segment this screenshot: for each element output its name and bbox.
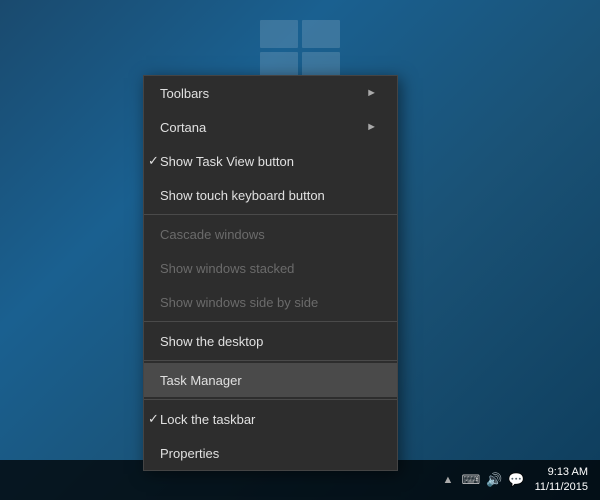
menu-item-task-manager[interactable]: Task Manager <box>144 363 397 397</box>
menu-item-properties[interactable]: Properties <box>144 436 397 470</box>
menu-item-label: Cortana <box>160 120 206 135</box>
menu-item-label: Cascade windows <box>160 227 265 242</box>
checkmark-icon: ✓ <box>148 411 159 427</box>
clock-date: 11/11/2015 <box>535 480 588 495</box>
menu-item-label: Toolbars <box>160 86 209 101</box>
context-menu: Toolbars ► Cortana ► ✓ Show Task View bu… <box>143 75 398 471</box>
menu-item-label: Show windows side by side <box>160 295 318 310</box>
system-tray-expand[interactable]: ▲ <box>443 474 454 486</box>
menu-item-touch-keyboard[interactable]: Show touch keyboard button <box>144 178 397 212</box>
menu-separator-4 <box>144 399 397 400</box>
menu-item-cortana[interactable]: Cortana ► <box>144 110 397 144</box>
menu-item-label: Show the desktop <box>160 334 263 349</box>
keyboard-icon: ⌨ <box>461 472 480 488</box>
menu-item-toolbars[interactable]: Toolbars ► <box>144 76 397 110</box>
clock-time: 9:13 AM <box>535 465 588 480</box>
menu-item-show-desktop[interactable]: Show the desktop <box>144 324 397 358</box>
submenu-arrow-icon: ► <box>366 121 377 133</box>
menu-item-label: Task Manager <box>160 373 242 388</box>
menu-item-label: Show touch keyboard button <box>160 188 325 203</box>
taskbar-right-area: ▲ ⌨ 🔊 💬 9:13 AM 11/11/2015 <box>443 465 600 496</box>
menu-separator-2 <box>144 321 397 322</box>
menu-separator-1 <box>144 214 397 215</box>
checkmark-icon: ✓ <box>148 153 159 169</box>
menu-item-label: Show windows stacked <box>160 261 294 276</box>
taskbar-system-icons: ⌨ 🔊 💬 <box>461 472 524 488</box>
menu-separator-3 <box>144 360 397 361</box>
menu-item-label: Lock the taskbar <box>160 412 255 427</box>
menu-item-cascade: Cascade windows <box>144 217 397 251</box>
menu-item-stacked: Show windows stacked <box>144 251 397 285</box>
menu-item-task-view[interactable]: ✓ Show Task View button <box>144 144 397 178</box>
volume-icon[interactable]: 🔊 <box>486 472 502 488</box>
menu-item-label: Properties <box>160 446 219 461</box>
submenu-arrow-icon: ► <box>366 87 377 99</box>
system-clock[interactable]: 9:13 AM 11/11/2015 <box>535 465 588 496</box>
menu-item-label: Show Task View button <box>160 154 294 169</box>
menu-item-lock-taskbar[interactable]: ✓ Lock the taskbar <box>144 402 397 436</box>
windows-logo <box>260 20 340 80</box>
menu-item-side-by-side: Show windows side by side <box>144 285 397 319</box>
notification-icon[interactable]: 💬 <box>508 472 524 488</box>
